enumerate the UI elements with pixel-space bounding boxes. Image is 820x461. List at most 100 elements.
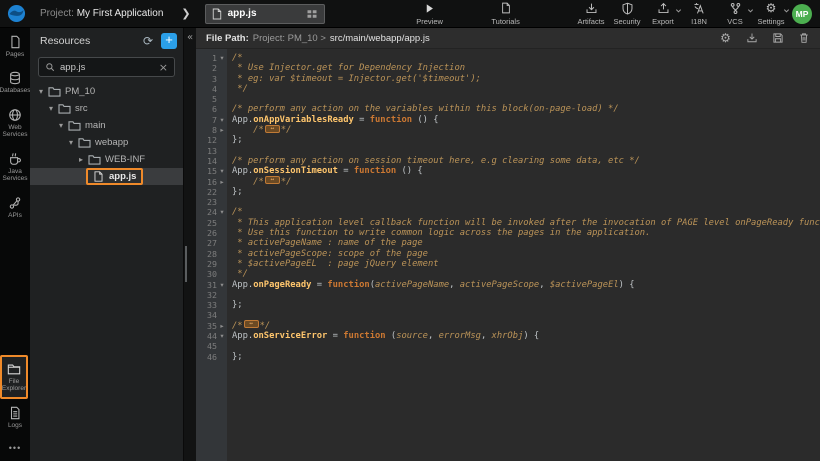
user-avatar[interactable]: MP xyxy=(792,4,812,24)
code-text[interactable]: /*↔*/ xyxy=(227,321,270,331)
search-input[interactable] xyxy=(60,62,154,73)
code-text[interactable]: App.onSessionTimeout = function () { xyxy=(227,166,423,176)
i18n-button[interactable]: I18N xyxy=(684,2,714,26)
download-file-button[interactable] xyxy=(745,32,758,45)
security-button[interactable]: Security xyxy=(612,2,642,26)
fold-down-icon[interactable]: ▾ xyxy=(217,331,227,341)
code-text[interactable] xyxy=(227,310,232,320)
sidebar-item-pages[interactable]: Pages xyxy=(0,28,30,64)
code-text[interactable]: /* xyxy=(227,207,243,217)
code-text[interactable] xyxy=(227,146,232,156)
fold-down-icon[interactable]: ▾ xyxy=(217,280,227,290)
tree-item-web-inf[interactable]: ▸WEB-INF xyxy=(30,151,183,168)
code-text[interactable]: }; xyxy=(227,187,243,197)
chevron-down-icon xyxy=(747,7,754,14)
tree-item-src[interactable]: ▾src xyxy=(30,100,183,117)
code-text[interactable] xyxy=(227,341,232,351)
tree-item-webapp[interactable]: ▾webapp xyxy=(30,134,183,151)
sidebar-item-apis[interactable]: APIs xyxy=(0,189,30,225)
code-text[interactable] xyxy=(227,290,232,300)
code-text[interactable]: */ xyxy=(227,84,248,94)
tree-down-arrow-icon[interactable]: ▾ xyxy=(36,87,46,96)
refresh-icon[interactable]: ⟳ xyxy=(143,35,153,47)
collapse-panel-icon[interactable]: « xyxy=(184,32,196,43)
clear-search-icon[interactable]: × xyxy=(159,62,168,73)
tree-right-arrow-icon[interactable]: ▸ xyxy=(76,155,86,164)
code-text[interactable]: * eg: var $timeout = Injector.get('$time… xyxy=(227,74,481,84)
tree-down-arrow-icon[interactable]: ▾ xyxy=(46,104,56,113)
pages-icon xyxy=(8,35,22,49)
preview-button[interactable]: Preview xyxy=(413,2,447,26)
code-text[interactable]: App.onServiceError = function (source, e… xyxy=(227,331,539,341)
code-segment: onSessionTimeout xyxy=(253,166,338,176)
fold-down-icon[interactable]: ▾ xyxy=(217,53,227,63)
sidebar-item-file-explorer[interactable]: File Explorer xyxy=(0,355,28,399)
fold-gutter xyxy=(217,290,227,300)
tree-item-label: app.js xyxy=(109,171,136,182)
resource-search: × xyxy=(38,57,175,77)
line-number: 2 xyxy=(196,63,217,73)
add-resource-button[interactable]: + xyxy=(161,33,177,49)
code-text[interactable]: App.onPageReady = function(activePageNam… xyxy=(227,280,635,290)
fold-down-icon[interactable]: ▾ xyxy=(217,207,227,217)
code-text[interactable]: * Use Injector.get for Dependency Inject… xyxy=(227,63,465,73)
code-area[interactable]: 1▾/*2 * Use Injector.get for Dependency … xyxy=(196,49,820,461)
line-number: 44 xyxy=(196,331,217,341)
settings-button[interactable]: ⚙Settings xyxy=(756,2,786,26)
fold-down-icon[interactable]: ▾ xyxy=(217,166,227,176)
open-file-tab[interactable]: app.js xyxy=(205,4,325,24)
sidebar-item-databases[interactable]: Databases xyxy=(0,64,30,100)
action-label: VCS xyxy=(727,17,742,26)
code-text[interactable]: */ xyxy=(227,269,248,279)
editor-settings-button[interactable]: ⚙ xyxy=(719,32,732,45)
line-number: 25 xyxy=(196,218,217,228)
code-text[interactable]: * This application level callback functi… xyxy=(227,218,820,228)
sidebar-item-web-services[interactable]: Web Services xyxy=(0,101,30,145)
fold-right-icon[interactable]: ▸ xyxy=(217,125,227,135)
artifacts-button[interactable]: Artifacts xyxy=(576,2,606,26)
code-text[interactable]: App.onAppVariablesReady = function () { xyxy=(227,115,439,125)
collapsed-fold-box[interactable]: ↔ xyxy=(244,320,259,328)
code-text[interactable]: }; xyxy=(227,135,243,145)
tree-item-pm_10[interactable]: ▾PM_10 xyxy=(30,83,183,100)
line-number: 46 xyxy=(196,352,217,362)
tree-down-arrow-icon[interactable]: ▾ xyxy=(56,121,66,130)
sidebar-item-java-services[interactable]: Java Services xyxy=(0,145,30,189)
more-icon[interactable]: ••• xyxy=(9,435,21,461)
code-text[interactable]: /*↔*/ xyxy=(227,125,291,135)
panel-divider[interactable]: « xyxy=(184,28,196,461)
collapsed-fold-box[interactable]: ↔ xyxy=(265,125,280,133)
export-button[interactable]: Export xyxy=(648,2,678,26)
delete-file-button[interactable] xyxy=(797,32,810,45)
tree-item-app.js[interactable]: app.js xyxy=(30,168,183,185)
save-file-button[interactable] xyxy=(771,32,784,45)
code-segment: = xyxy=(354,115,370,125)
code-text[interactable]: }; xyxy=(227,352,243,362)
grid-view-icon[interactable] xyxy=(306,8,318,20)
tutorials-button[interactable]: Tutorials xyxy=(489,2,523,26)
tree-item-label: main xyxy=(85,120,106,131)
code-text[interactable] xyxy=(227,94,232,104)
editor-scrollbar[interactable] xyxy=(185,246,187,282)
fold-down-icon[interactable]: ▾ xyxy=(217,115,227,125)
code-text[interactable]: * activePageName : name of the page xyxy=(227,238,423,248)
sidebar-item-logs[interactable]: Logs xyxy=(0,399,30,435)
code-line: 31▾App.onPageReady = function(activePage… xyxy=(196,280,820,290)
code-text[interactable]: * activePageScope: scope of the page xyxy=(227,249,428,259)
code-text[interactable]: /* xyxy=(227,53,243,63)
code-text[interactable]: /*↔*/ xyxy=(227,177,291,187)
code-text[interactable]: * Use this function to write common logi… xyxy=(227,228,650,238)
code-text[interactable]: /* perform any action on the variables w… xyxy=(227,104,619,114)
wavemaker-logo[interactable] xyxy=(0,0,32,28)
code-line: 1▾/* xyxy=(196,53,820,63)
tree-item-main[interactable]: ▾ main xyxy=(30,117,183,134)
code-text[interactable]: }; xyxy=(227,300,243,310)
tree-down-arrow-icon[interactable]: ▾ xyxy=(66,138,76,147)
code-text[interactable]: * $activePageEL : page jQuery element xyxy=(227,259,439,269)
fold-right-icon[interactable]: ▸ xyxy=(217,321,227,331)
collapsed-fold-box[interactable]: ↔ xyxy=(265,176,280,184)
code-text[interactable]: /* perform any action on session timeout… xyxy=(227,156,640,166)
vcs-button[interactable]: VCS xyxy=(720,2,750,26)
fold-right-icon[interactable]: ▸ xyxy=(217,177,227,187)
code-text[interactable] xyxy=(227,197,232,207)
